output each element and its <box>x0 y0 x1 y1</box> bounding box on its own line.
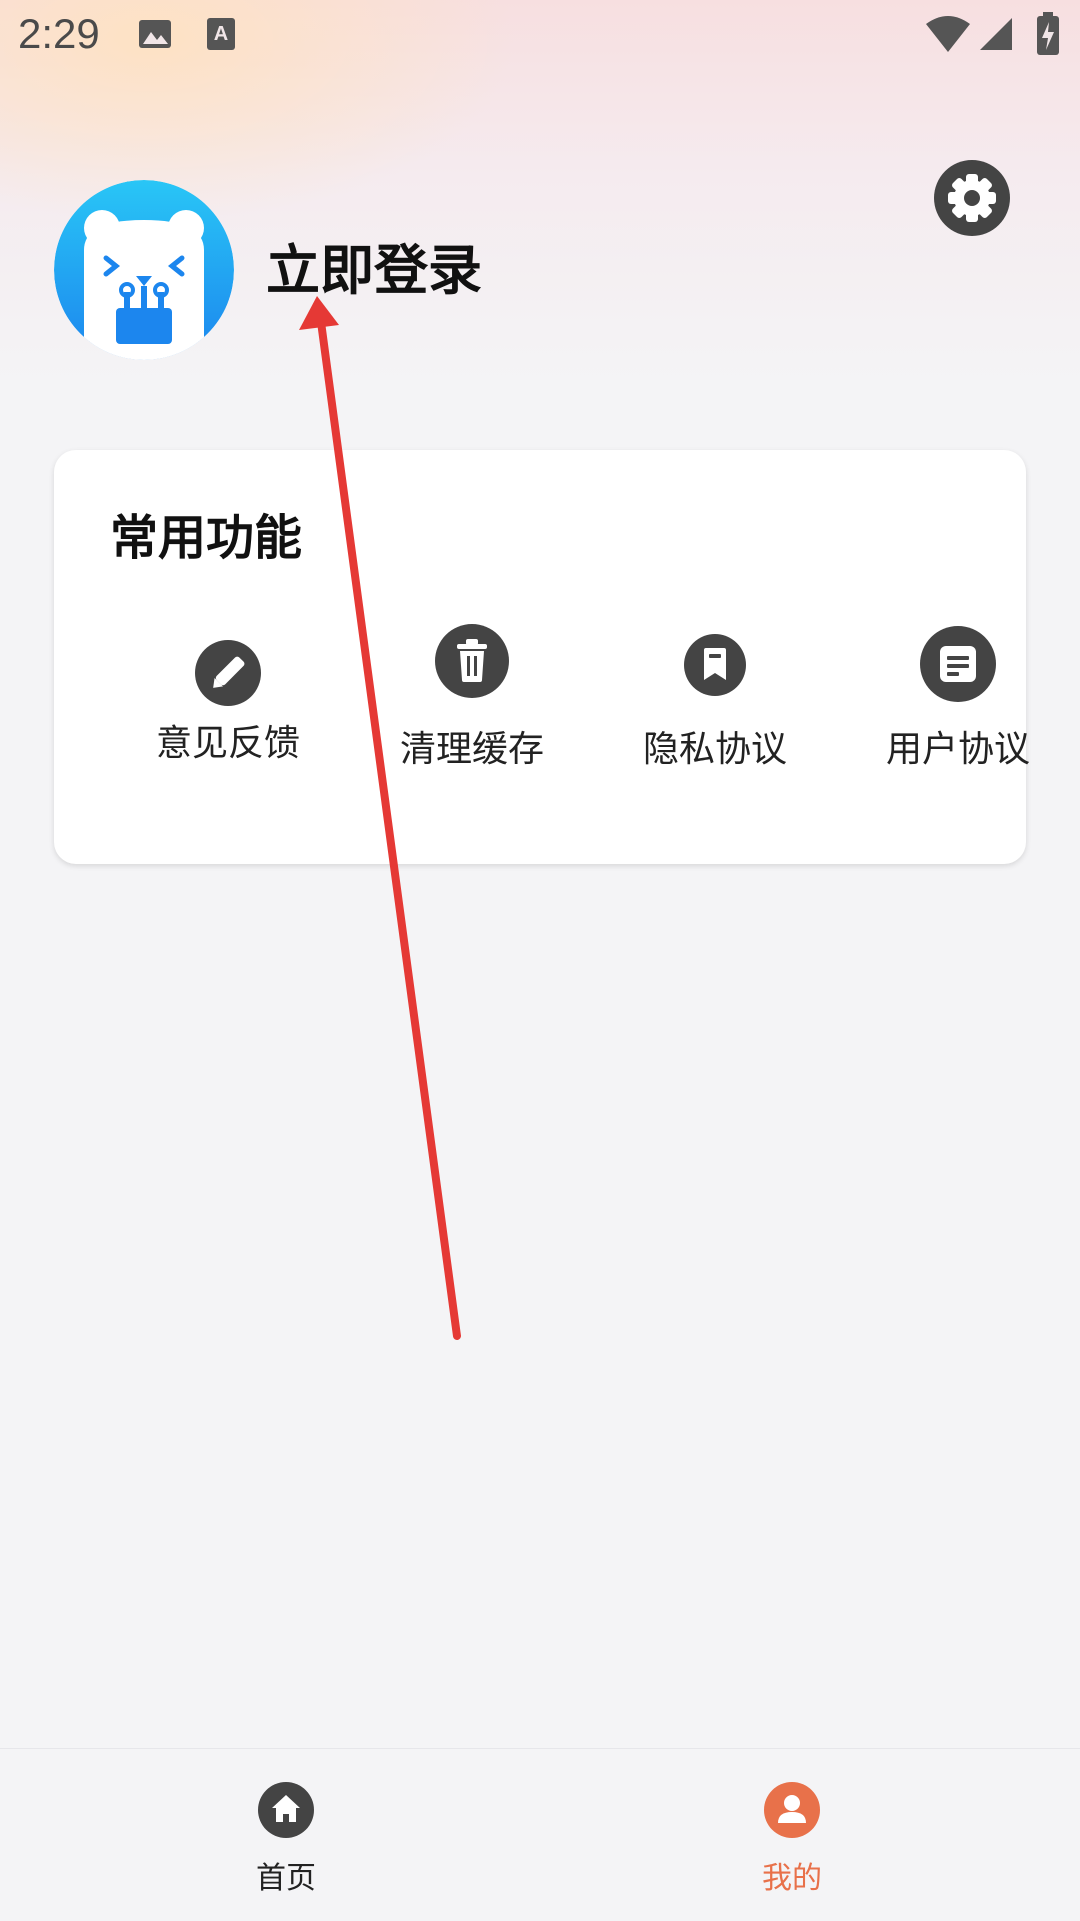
wifi-icon <box>926 16 970 52</box>
pencil-icon <box>195 640 261 706</box>
bottom-navigation: 首页 我的 <box>0 1748 1080 1921</box>
cellular-signal-icon <box>980 18 1012 50</box>
status-bar: 2:29 A <box>0 0 1080 72</box>
user-agreement-button[interactable]: 用户协议 <box>858 626 1058 810</box>
nav-mine-label: 我的 <box>762 1861 822 1896</box>
home-icon <box>258 1782 314 1838</box>
text-a-icon: A <box>207 18 235 50</box>
svg-text:A: A <box>214 23 228 45</box>
clear-cache-button[interactable]: 清理缓存 <box>372 624 572 810</box>
common-functions-card: 常用功能 意见反馈 清理缓存 隐私协议 用户协议 <box>54 450 1030 864</box>
battery-charging-icon <box>1037 12 1059 55</box>
nav-mine[interactable]: 我的 <box>692 1749 892 1921</box>
image-icon <box>139 20 171 48</box>
document-icon <box>920 626 996 702</box>
user-agreement-label: 用户协议 <box>885 729 1030 770</box>
status-time: 2:29 <box>18 10 100 57</box>
feedback-label: 意见反馈 <box>155 723 300 764</box>
settings-button[interactable] <box>934 160 1010 236</box>
nav-home[interactable]: 首页 <box>186 1749 386 1921</box>
avatar[interactable] <box>54 180 234 360</box>
user-icon <box>764 1782 820 1838</box>
card-title: 常用功能 <box>110 510 303 566</box>
login-button[interactable]: 立即登录 <box>266 236 482 306</box>
bookmark-icon <box>684 634 746 696</box>
trash-icon <box>435 624 509 698</box>
nav-home-label: 首页 <box>256 1861 316 1896</box>
gear-icon <box>948 174 996 222</box>
privacy-policy-button[interactable]: 隐私协议 <box>615 634 815 810</box>
clear-cache-label: 清理缓存 <box>399 729 544 770</box>
feedback-button[interactable]: 意见反馈 <box>128 640 328 810</box>
bear-mascot-avatar-icon <box>54 180 234 360</box>
privacy-policy-label: 隐私协议 <box>642 729 787 770</box>
